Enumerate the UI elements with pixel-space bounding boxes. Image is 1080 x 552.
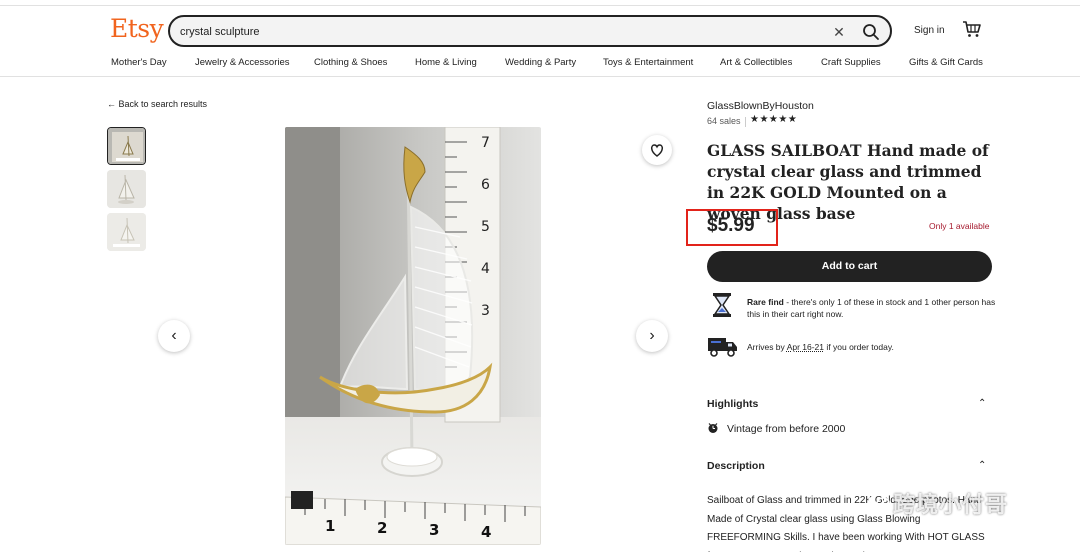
ruler-mark: 3 bbox=[429, 521, 439, 539]
ruler-mark: 7 bbox=[481, 135, 490, 151]
arrival-date-link[interactable]: Apr 16-21 bbox=[787, 342, 824, 352]
cart-icon[interactable] bbox=[962, 20, 982, 38]
category-nav: Mother's Day Jewelry & Accessories Cloth… bbox=[0, 52, 1080, 77]
wechat-icon bbox=[868, 490, 890, 509]
chevron-up-icon[interactable]: ⌃ bbox=[978, 460, 986, 471]
thumbnail-image bbox=[107, 170, 146, 208]
arrival-estimate: Arrives by Apr 16-21 if you order today. bbox=[747, 342, 894, 352]
add-to-cart-button[interactable]: Add to cart bbox=[707, 251, 992, 282]
favorite-button[interactable] bbox=[642, 135, 672, 165]
category-link[interactable]: Art & Collectibles bbox=[720, 57, 792, 68]
arrow-left-icon: ← bbox=[107, 99, 116, 109]
thumbnail-3[interactable] bbox=[107, 213, 146, 251]
etsy-logo[interactable]: Etsy bbox=[110, 14, 164, 43]
ruler-mark: 4 bbox=[481, 523, 491, 541]
back-to-search-link[interactable]: ← Back to search results bbox=[107, 99, 207, 109]
top-strip bbox=[0, 0, 1080, 6]
chevron-up-icon[interactable]: ⌃ bbox=[978, 398, 986, 409]
thumbnail-2[interactable] bbox=[107, 170, 146, 208]
back-link-label: Back to search results bbox=[118, 99, 208, 109]
highlights-heading[interactable]: Highlights bbox=[707, 398, 758, 410]
sign-in-link[interactable]: Sign in bbox=[914, 25, 945, 36]
category-link[interactable]: Craft Supplies bbox=[821, 57, 881, 68]
arrives-suffix: if you order today. bbox=[824, 342, 894, 352]
previous-image-button[interactable]: ‹ bbox=[158, 320, 190, 352]
ruler-mark: 5 bbox=[481, 219, 490, 235]
watermark-text: 跨境小付哥 bbox=[893, 492, 1009, 517]
clear-search-icon[interactable]: ✕ bbox=[830, 23, 848, 41]
ruler-mark: 3 bbox=[481, 303, 490, 319]
thumbnail-image bbox=[107, 213, 146, 251]
delivery-truck-icon bbox=[708, 338, 737, 357]
category-link[interactable]: Mother's Day bbox=[111, 57, 167, 68]
arrives-prefix: Arrives by bbox=[747, 342, 787, 352]
category-link[interactable]: Wedding & Party bbox=[505, 57, 576, 68]
hourglass-icon bbox=[713, 293, 731, 317]
ruler-mark: 2 bbox=[377, 519, 387, 537]
sales-count: 64 sales bbox=[707, 116, 741, 126]
search-bar[interactable]: ✕ bbox=[168, 15, 892, 47]
ruler-mark: 4 bbox=[481, 261, 490, 277]
main-product-image: 7 6 5 4 3 1 2 3 4 bbox=[285, 127, 541, 545]
rating-stars[interactable]: ★★★★★ bbox=[750, 114, 797, 125]
search-icon[interactable] bbox=[860, 21, 882, 43]
thumbnail-1[interactable] bbox=[107, 127, 146, 165]
price: $5.99 bbox=[707, 215, 755, 236]
rare-find-notice: Rare find - there's only 1 of these in s… bbox=[747, 296, 997, 320]
category-link[interactable]: Toys & Entertainment bbox=[603, 57, 693, 68]
shop-name-link[interactable]: GlassBlownByHouston bbox=[707, 100, 814, 112]
category-link[interactable]: Gifts & Gift Cards bbox=[909, 57, 983, 68]
divider bbox=[745, 117, 746, 127]
ruler-mark: 1 bbox=[325, 517, 335, 535]
thumbnail-image bbox=[108, 128, 145, 164]
category-link[interactable]: Clothing & Shoes bbox=[314, 57, 387, 68]
search-input[interactable] bbox=[180, 22, 820, 42]
chevron-left-icon: ‹ bbox=[171, 327, 177, 344]
category-link[interactable]: Jewelry & Accessories bbox=[195, 57, 290, 68]
availability-text: Only 1 available bbox=[929, 221, 990, 231]
highlight-item: Vintage from before 2000 bbox=[727, 423, 846, 435]
chevron-right-icon: › bbox=[649, 327, 655, 344]
vintage-clock-icon bbox=[708, 423, 718, 433]
next-image-button[interactable]: › bbox=[636, 320, 668, 352]
rare-find-label: Rare find bbox=[747, 297, 784, 307]
heart-icon bbox=[651, 144, 663, 157]
category-link[interactable]: Home & Living bbox=[415, 57, 477, 68]
ruler-mark: 6 bbox=[481, 177, 490, 193]
description-heading[interactable]: Description bbox=[707, 460, 765, 472]
rare-find-text: - there's only 1 of these in stock and 1… bbox=[747, 297, 996, 319]
